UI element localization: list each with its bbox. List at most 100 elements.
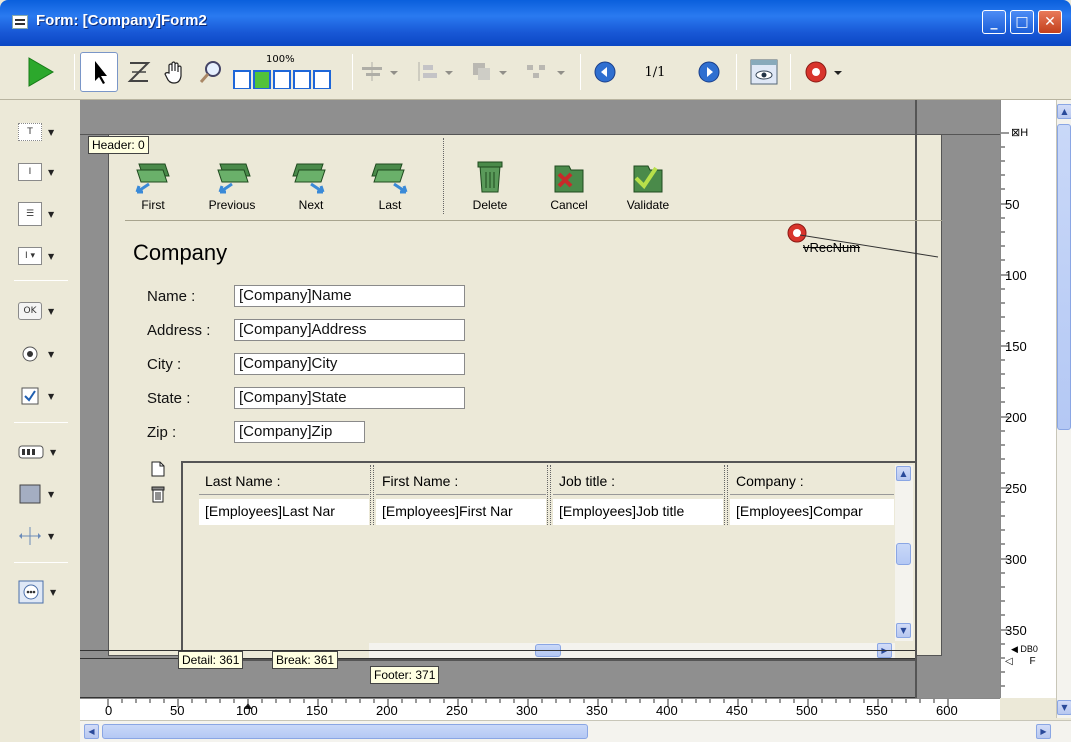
group-button[interactable] (520, 52, 576, 92)
next-page-button[interactable] (692, 52, 726, 92)
zoom-tool-button[interactable] (194, 52, 228, 92)
last-record-icon (371, 163, 408, 194)
hand-icon (164, 61, 182, 84)
scroll-thumb[interactable] (102, 724, 588, 739)
next-button[interactable]: Next (276, 158, 346, 212)
detail-marker[interactable]: Detail: 361 (178, 651, 244, 669)
view-options-button[interactable] (744, 52, 784, 92)
previous-page-button[interactable] (588, 52, 622, 92)
radio-tool[interactable]: ▼ (18, 340, 68, 368)
name-label: Name : (147, 288, 196, 305)
text-tool[interactable]: T ▼ (18, 118, 68, 146)
window-vscrollbar[interactable]: ▲ ▼ (1056, 100, 1071, 718)
horizontal-ruler-label: 400 (656, 703, 678, 718)
validate-folder-icon (633, 165, 663, 193)
add-row-button[interactable] (150, 461, 166, 481)
hand-tool-button[interactable] (158, 52, 192, 92)
cancel-label: Cancel (550, 198, 588, 212)
delete-row-button[interactable] (150, 485, 166, 507)
column-header[interactable]: Job title : (553, 469, 723, 495)
column-divider[interactable] (724, 465, 728, 525)
eye-window-icon (750, 59, 778, 85)
column-header[interactable]: Last Name : (199, 469, 369, 495)
break-marker[interactable]: Break: 361 (272, 651, 339, 669)
list-cell[interactable]: [Employees]Compar (730, 499, 894, 525)
pointer-icon (95, 61, 107, 84)
scroll-down-icon[interactable]: ▼ (1057, 700, 1071, 715)
field-tool[interactable]: I ▼ (18, 158, 68, 186)
scroll-thumb[interactable] (1057, 124, 1071, 430)
align-icon (362, 62, 398, 81)
z-order-icon (127, 62, 151, 82)
scroll-left-icon[interactable]: ◀ (84, 724, 99, 739)
vertical-ruler-label: 50 (1005, 197, 1020, 212)
name-field[interactable]: [Company]Name (234, 285, 465, 307)
window-hscrollbar[interactable]: ◀ ▶ (80, 720, 1071, 742)
form-heading: Company (133, 240, 228, 265)
entry-order-button[interactable] (122, 52, 156, 92)
column-header[interactable]: First Name : (376, 469, 546, 495)
window-title: Form: [Company]Form2 (36, 12, 207, 29)
group-icon (527, 65, 565, 78)
validate-button[interactable]: Validate (613, 158, 683, 212)
column-divider[interactable] (370, 465, 374, 525)
scroll-up-icon[interactable]: ▲ (896, 466, 911, 481)
scroll-up-icon[interactable]: ▲ (1057, 104, 1071, 119)
header-line (80, 134, 1000, 135)
button-tool[interactable]: OK ▼ (18, 297, 68, 325)
scroll-down-icon[interactable]: ▼ (896, 623, 911, 638)
horizontal-ruler-label: 450 (726, 703, 748, 718)
zip-field[interactable]: [Company]Zip (234, 421, 365, 443)
plugin-menu-button[interactable] (800, 52, 852, 92)
header-marker[interactable]: Header: 0 (88, 136, 149, 154)
combo-tool-icon: I ▾ (18, 247, 42, 265)
arrow-tool-button[interactable] (80, 52, 118, 92)
trash-can-icon (477, 161, 503, 193)
right-arrow-icon (698, 61, 720, 83)
vertical-ruler-label: 250 (1005, 481, 1027, 496)
header-separator (125, 220, 942, 221)
toolbar-divider (443, 138, 444, 214)
minimize-button[interactable]: _ (982, 10, 1006, 34)
listbox-vscrollbar[interactable]: ▲ ▼ (895, 465, 913, 641)
plugin-area-icon (18, 580, 44, 604)
listbox-hscrollbar[interactable]: ▶ (369, 643, 895, 659)
scroll-right-icon[interactable]: ▶ (1036, 724, 1051, 739)
previous-button[interactable]: Previous (197, 158, 267, 212)
cancel-button[interactable]: Cancel (534, 158, 604, 212)
checkbox-icon (21, 387, 39, 405)
state-field[interactable]: [Company]State (234, 387, 465, 409)
footer-marker[interactable]: Footer: 371 (370, 666, 440, 684)
combo-tool[interactable]: I ▾ ▼ (18, 242, 68, 270)
first-button[interactable]: First (118, 158, 188, 212)
zoom-level-control[interactable]: 100% (232, 52, 348, 92)
address-field[interactable]: [Company]Address (234, 319, 465, 341)
distribute-button[interactable] (412, 52, 462, 92)
arrange-button[interactable] (466, 52, 516, 92)
close-button[interactable]: ✕ (1038, 10, 1062, 34)
delete-button[interactable]: Delete (455, 158, 525, 212)
list-tool[interactable]: ☰ ▼ (18, 200, 68, 228)
vrecnum-connector (800, 234, 939, 258)
horizontal-ruler-label: 350 (586, 703, 608, 718)
list-cell[interactable]: [Employees]First Nar (376, 499, 546, 525)
checkbox-tool[interactable]: ▼ (18, 382, 68, 410)
last-button[interactable]: Last (355, 158, 425, 212)
employees-listbox[interactable]: Last Name : [Employees]Last Nar First Na… (181, 461, 917, 661)
column-header[interactable]: Company : (730, 469, 894, 495)
progress-tool[interactable]: ▼ (18, 438, 68, 466)
list-cell[interactable]: [Employees]Last Nar (199, 499, 369, 525)
horizontal-ruler-label: 150 (306, 703, 328, 718)
line-tool[interactable]: ▼ (18, 522, 68, 550)
rectangle-tool[interactable]: ▼ (18, 480, 68, 508)
scroll-thumb[interactable] (896, 543, 911, 565)
list-cell[interactable]: [Employees]Job title (553, 499, 723, 525)
align-button[interactable] (358, 52, 406, 92)
plugin-tool[interactable]: ▼ (18, 578, 68, 606)
previous-record-icon (217, 163, 251, 194)
city-field[interactable]: [Company]City (234, 353, 465, 375)
header-ruler-marker: ⊠H (1011, 127, 1029, 139)
column-divider[interactable] (547, 465, 551, 525)
maximize-button[interactable]: □ (1010, 10, 1034, 34)
run-button[interactable] (20, 52, 60, 92)
